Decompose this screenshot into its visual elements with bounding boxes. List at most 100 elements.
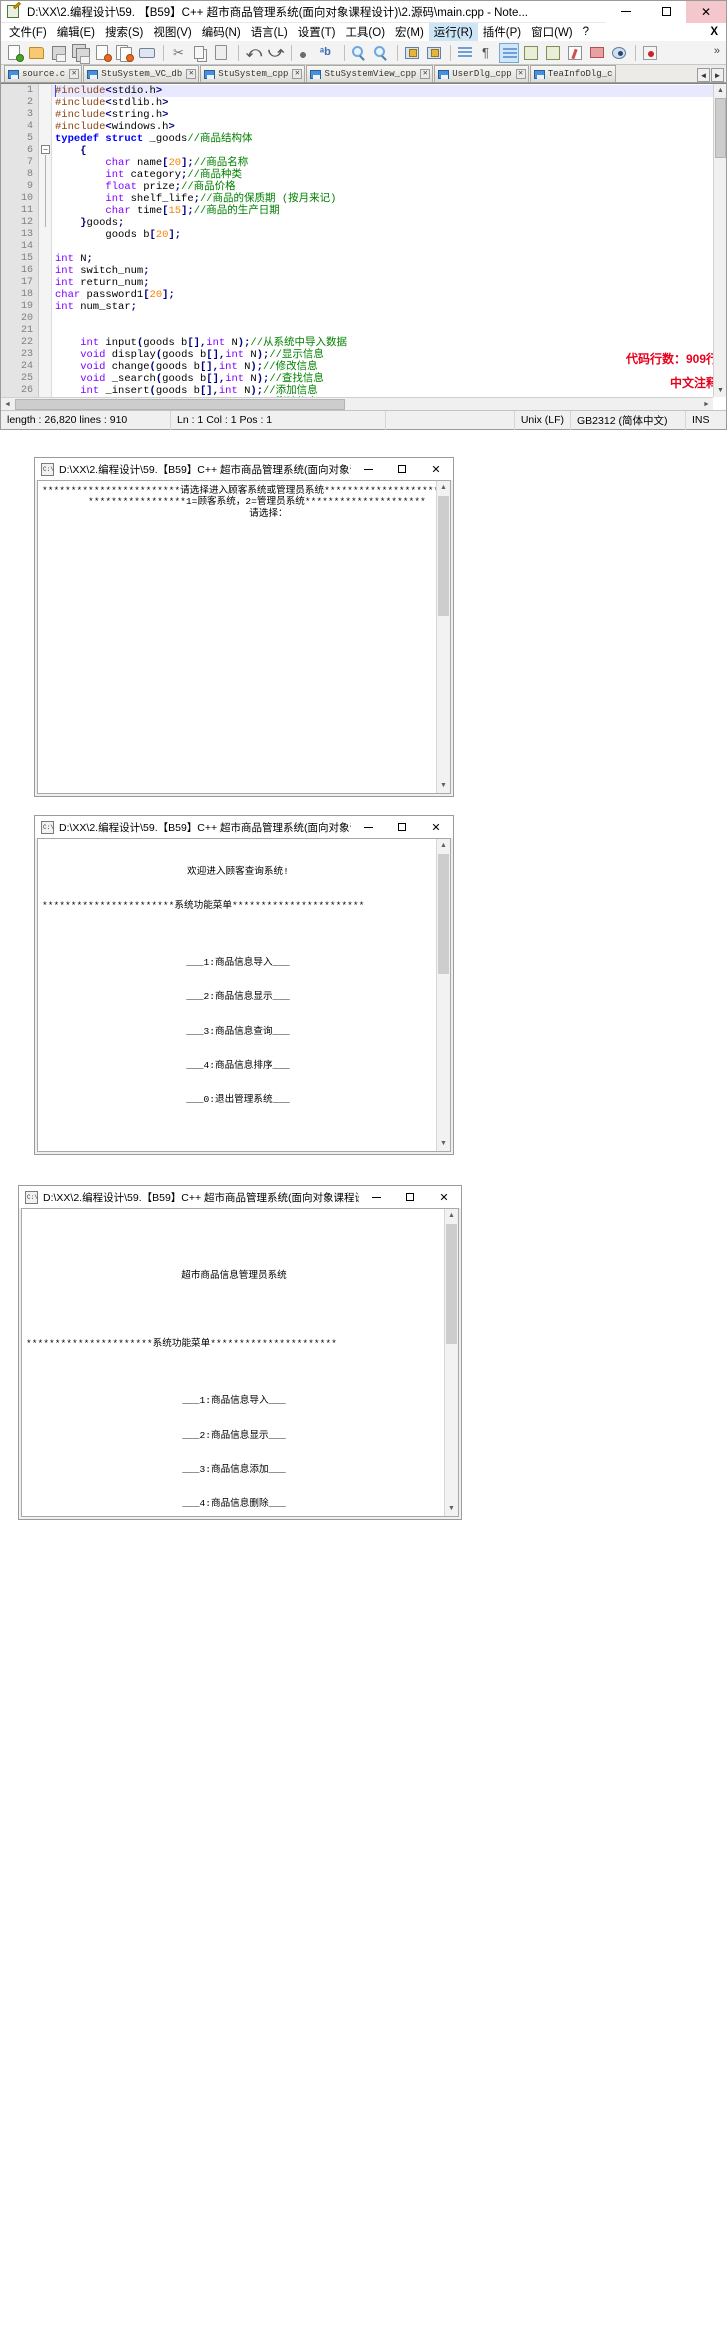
menu-item-view[interactable]: 视图(V) — [148, 23, 196, 41]
paste-icon[interactable] — [212, 43, 232, 63]
close-button[interactable]: ✕ — [419, 816, 453, 838]
close-button[interactable]: ✕ — [427, 1186, 461, 1208]
tab-close-icon[interactable]: ✕ — [186, 69, 197, 79]
tab-teainfodlg-c[interactable]: TeaInfoDlg_c — [529, 65, 616, 82]
menu-item[interactable]: ___3:商品信息添加___ — [26, 1464, 442, 1475]
menu-item[interactable]: ___1:商品信息导入___ — [42, 957, 434, 968]
redo-icon[interactable]: ⤻ — [265, 43, 285, 63]
minimize-button[interactable] — [359, 1186, 393, 1208]
console1-scrollbar[interactable]: ▲ ▼ — [436, 481, 450, 793]
menu-item-edit[interactable]: 编辑(E) — [52, 23, 100, 41]
scroll-up-icon[interactable]: ▲ — [445, 1209, 458, 1223]
show-ui-icon[interactable] — [521, 43, 541, 63]
menu-item-help[interactable]: ? — [578, 25, 594, 39]
tab-close-icon[interactable]: ✕ — [515, 69, 526, 79]
replace-icon[interactable]: ᵃb — [318, 43, 338, 63]
save-all-icon[interactable] — [71, 43, 91, 64]
print-icon[interactable] — [137, 43, 157, 63]
tab-scroll-left-icon[interactable]: ◄ — [697, 68, 710, 82]
code-text-area[interactable]: #include<stdio.h> #include<stdlib.h> #incl… — [52, 84, 726, 410]
sync-horizontal-scrolling-icon[interactable] — [424, 43, 444, 63]
menu-item[interactable]: ___4:商品信息删除___ — [26, 1498, 442, 1509]
horizontal-scroll-thumb[interactable] — [15, 399, 345, 410]
scroll-up-icon[interactable]: ▲ — [714, 84, 726, 97]
menu-item[interactable]: ___4:商品信息排序___ — [42, 1060, 434, 1071]
code-editor[interactable]: 1 2 3 4 5 6 7 8 9 10 11 12 13 14 15 16 17 18 19 20 21 22 23 24 2… — [1, 83, 726, 410]
editor-vertical-scrollbar[interactable]: ▲ ▼ — [713, 84, 726, 397]
tab-stusystem-vc-db[interactable]: StuSystem_VC_db ✕ — [83, 65, 200, 82]
scroll-thumb[interactable] — [446, 1224, 457, 1344]
close-document-button[interactable]: X — [702, 25, 726, 39]
minimize-button[interactable] — [351, 458, 385, 480]
tab-close-icon[interactable]: ✕ — [292, 69, 303, 79]
menu-item-language[interactable]: 语言(L) — [246, 23, 293, 41]
minimize-button[interactable] — [606, 0, 646, 23]
menu-item[interactable]: ___1:商品信息导入___ — [26, 1395, 442, 1406]
scroll-up-icon[interactable]: ▲ — [437, 481, 450, 495]
maximize-button[interactable] — [646, 0, 686, 23]
cut-icon[interactable]: ✂ — [168, 43, 188, 63]
undo-icon[interactable]: ⤺ — [243, 43, 263, 63]
monitoring-icon[interactable] — [609, 43, 629, 63]
open-file-icon[interactable] — [27, 43, 47, 63]
scroll-down-icon[interactable]: ▼ — [437, 779, 450, 793]
scroll-left-icon[interactable]: ◄ — [1, 398, 14, 410]
fold-toggle-icon[interactable]: − — [41, 145, 50, 154]
menu-item-window[interactable]: 窗口(W) — [526, 23, 578, 41]
scroll-down-icon[interactable]: ▼ — [714, 384, 726, 397]
tab-close-icon[interactable]: ✕ — [420, 69, 431, 79]
show-all-characters-icon[interactable]: ¶ — [477, 43, 497, 63]
menu-item-plugins[interactable]: 插件(P) — [478, 23, 526, 41]
maximize-button[interactable] — [385, 458, 419, 480]
maximize-button[interactable] — [393, 1186, 427, 1208]
scroll-thumb[interactable] — [438, 854, 449, 974]
tab-scroll-right-icon[interactable]: ► — [711, 68, 724, 82]
word-wrap-icon[interactable] — [455, 43, 475, 63]
indent-guide-icon[interactable] — [499, 42, 519, 63]
menu-item-file[interactable]: 文件(F) — [4, 23, 52, 41]
tab-userdlg-cpp[interactable]: UserDlg_cpp ✕ — [434, 65, 529, 82]
toolbar-overflow-chevron-icon[interactable]: » — [714, 45, 720, 57]
console3-scrollbar[interactable]: ▲ ▼ — [444, 1209, 458, 1516]
zoom-out-icon[interactable] — [371, 43, 391, 63]
folder-as-workspace-icon[interactable] — [587, 43, 607, 63]
close-file-icon[interactable] — [93, 43, 113, 63]
document-map-icon[interactable] — [543, 43, 563, 63]
menu-item-encoding[interactable]: 编码(N) — [197, 23, 246, 41]
scroll-thumb[interactable] — [438, 496, 449, 616]
menu-item[interactable]: ___2:商品信息显示___ — [26, 1430, 442, 1441]
copy-icon[interactable] — [190, 43, 210, 63]
new-file-icon[interactable] — [5, 43, 25, 63]
save-icon[interactable] — [49, 43, 69, 63]
console2-scrollbar[interactable]: ▲ ▼ — [436, 839, 450, 1151]
minimize-button[interactable] — [351, 816, 385, 838]
tab-stusystem-cpp[interactable]: StuSystem_cpp ✕ — [200, 65, 306, 82]
tab-source-c[interactable]: source.c ✕ — [4, 65, 83, 82]
code-folding-column[interactable]: − — [39, 84, 52, 410]
scroll-up-icon[interactable]: ▲ — [437, 839, 450, 853]
scroll-down-icon[interactable]: ▼ — [445, 1502, 458, 1516]
record-macro-icon[interactable] — [640, 43, 660, 63]
menu-item[interactable]: ___0:退出管理系统___ — [42, 1094, 434, 1105]
tab-stusystemview-cpp[interactable]: StuSystemView_cpp ✕ — [306, 65, 434, 82]
scroll-down-icon[interactable]: ▼ — [437, 1137, 450, 1151]
editor-horizontal-scrollbar[interactable]: ◄ ► — [1, 397, 713, 410]
function-list-icon[interactable] — [565, 43, 585, 63]
maximize-button[interactable] — [385, 816, 419, 838]
tab-close-icon[interactable]: ✕ — [69, 69, 80, 79]
menu-item-macro[interactable]: 宏(M) — [390, 23, 429, 41]
menu-item[interactable]: ___2:商品信息显示___ — [42, 991, 434, 1002]
find-icon[interactable] — [296, 43, 316, 63]
zoom-in-icon[interactable] — [349, 43, 369, 63]
menu-item-settings[interactable]: 设置(T) — [293, 23, 341, 41]
vertical-scroll-thumb[interactable] — [715, 98, 726, 158]
menu-item-tools[interactable]: 工具(O) — [340, 23, 390, 41]
menu-item-search[interactable]: 搜索(S) — [100, 23, 148, 41]
close-all-icon[interactable] — [115, 43, 135, 63]
menu-item-run[interactable]: 运行(R) — [428, 22, 478, 41]
sync-vertical-scrolling-icon[interactable] — [402, 43, 422, 63]
scroll-right-icon[interactable]: ► — [700, 398, 713, 410]
close-button[interactable]: ✕ — [419, 458, 453, 480]
close-button[interactable]: ✕ — [686, 0, 726, 23]
menu-item[interactable]: ___3:商品信息查询___ — [42, 1026, 434, 1037]
